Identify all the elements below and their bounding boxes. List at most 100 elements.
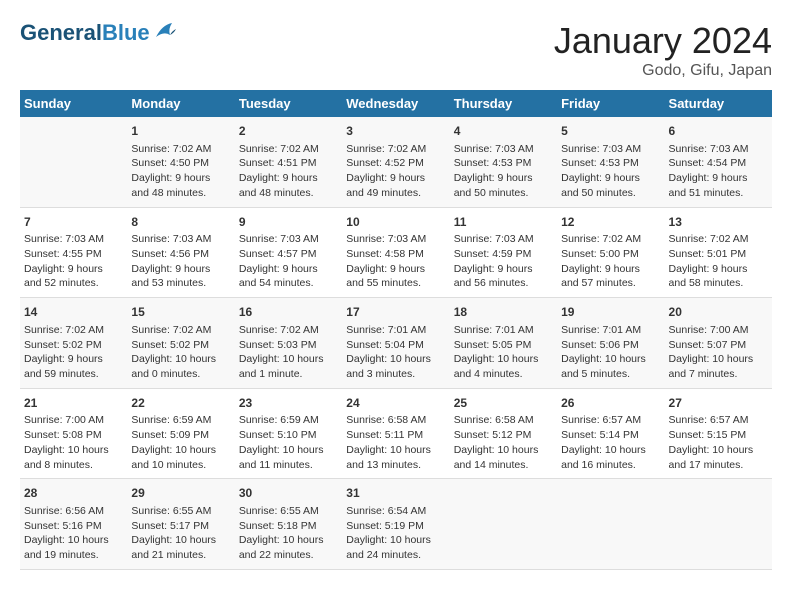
calendar-cell [20,117,127,207]
day-info: Sunrise: 7:02 AMSunset: 5:02 PMDaylight:… [131,323,230,382]
calendar-cell: 8Sunrise: 7:03 AMSunset: 4:56 PMDaylight… [127,207,234,298]
day-number: 26 [561,395,660,412]
calendar-cell [450,479,557,570]
day-info: Sunrise: 6:57 AMSunset: 5:14 PMDaylight:… [561,413,660,472]
calendar-cell: 2 Sunrise: 7:02 AMSunset: 4:51 PMDaylight… [235,117,342,207]
day-info: Sunrise: 6:58 AMSunset: 5:11 PMDaylight:… [346,413,445,472]
calendar-cell: 4Sunrise: 7:03 AMSunset: 4:53 PMDaylight… [450,117,557,207]
day-number: 27 [669,395,768,412]
day-info: Sunrise: 7:02 AMSunset: 4:52 PMDaylight:… [346,142,445,201]
day-info: Sunrise: 7:03 AMSunset: 4:58 PMDaylight:… [346,232,445,291]
day-info: Sunrise: 7:02 AMSunset: 5:02 PMDaylight:… [24,323,123,382]
day-info: Sunrise: 7:02 AMSunset: 4:51 PMDaylight:… [239,142,338,201]
day-info: Sunrise: 7:00 AMSunset: 5:07 PMDaylight:… [669,323,768,382]
day-info: Sunrise: 6:55 AMSunset: 5:17 PMDaylight:… [131,504,230,563]
calendar-week-5: 28Sunrise: 6:56 AMSunset: 5:16 PMDayligh… [20,479,772,570]
day-number: 3 [346,123,445,140]
day-info: Sunrise: 7:00 AMSunset: 5:08 PMDaylight:… [24,413,123,472]
header-row: Sunday Monday Tuesday Wednesday Thursday… [20,90,772,117]
title-block: January 2024 Godo, Gifu, Japan [554,20,772,80]
location: Godo, Gifu, Japan [554,62,772,80]
logo-general: GeneralBlue [20,20,150,46]
calendar-cell: 26Sunrise: 6:57 AMSunset: 5:14 PMDayligh… [557,388,664,479]
day-info: Sunrise: 6:59 AMSunset: 5:09 PMDaylight:… [131,413,230,472]
day-number: 14 [24,304,123,321]
calendar-cell: 20Sunrise: 7:00 AMSunset: 5:07 PMDayligh… [665,298,772,389]
calendar-cell: 13Sunrise: 7:02 AMSunset: 5:01 PMDayligh… [665,207,772,298]
day-number: 2 [239,123,338,140]
day-number: 29 [131,485,230,502]
calendar-cell: 11Sunrise: 7:03 AMSunset: 4:59 PMDayligh… [450,207,557,298]
calendar-cell: 24Sunrise: 6:58 AMSunset: 5:11 PMDayligh… [342,388,449,479]
day-number: 9 [239,214,338,231]
calendar-cell: 12Sunrise: 7:02 AMSunset: 5:00 PMDayligh… [557,207,664,298]
calendar-week-3: 14 Sunrise: 7:02 AMSunset: 5:02 PMDayligh… [20,298,772,389]
logo-text-block: GeneralBlue [20,20,176,46]
day-number: 19 [561,304,660,321]
day-info: Sunrise: 7:01 AMSunset: 5:05 PMDaylight:… [454,323,553,382]
day-info: Sunrise: 6:54 AMSunset: 5:19 PMDaylight:… [346,504,445,563]
day-info: Sunrise: 6:55 AMSunset: 5:18 PMDaylight:… [239,504,338,563]
calendar-week-4: 21Sunrise: 7:00 AMSunset: 5:08 PMDayligh… [20,388,772,479]
day-info: Sunrise: 6:56 AMSunset: 5:16 PMDaylight:… [24,504,123,563]
calendar-cell: 1 Sunrise: 7:02 AMSunset: 4:50 PMDaylight… [127,117,234,207]
calendar-cell: 10Sunrise: 7:03 AMSunset: 4:58 PMDayligh… [342,207,449,298]
day-info: Sunrise: 7:03 AMSunset: 4:55 PMDaylight:… [24,232,123,291]
day-number: 24 [346,395,445,412]
day-info: Sunrise: 7:03 AMSunset: 4:57 PMDaylight:… [239,232,338,291]
calendar-cell: 30 Sunrise: 6:55 AMSunset: 5:18 PMDayligh… [235,479,342,570]
calendar-week-1: 1 Sunrise: 7:02 AMSunset: 4:50 PMDaylight… [20,117,772,207]
calendar-header: Sunday Monday Tuesday Wednesday Thursday… [20,90,772,117]
day-number: 21 [24,395,123,412]
day-number: 7 [24,214,123,231]
col-monday: Monday [127,90,234,117]
col-wednesday: Wednesday [342,90,449,117]
calendar-cell: 6Sunrise: 7:03 AMSunset: 4:54 PMDaylight… [665,117,772,207]
day-number: 22 [131,395,230,412]
calendar-cell: 21Sunrise: 7:00 AMSunset: 5:08 PMDayligh… [20,388,127,479]
day-number: 8 [131,214,230,231]
day-info: Sunrise: 7:03 AMSunset: 4:56 PMDaylight:… [131,232,230,291]
calendar-table: Sunday Monday Tuesday Wednesday Thursday… [20,90,772,570]
calendar-cell: 18 Sunrise: 7:01 AMSunset: 5:05 PMDayligh… [450,298,557,389]
calendar-cell: 28Sunrise: 6:56 AMSunset: 5:16 PMDayligh… [20,479,127,570]
calendar-cell: 16Sunrise: 7:02 AMSunset: 5:03 PMDayligh… [235,298,342,389]
day-number: 1 [131,123,230,140]
day-info: Sunrise: 7:02 AMSunset: 5:01 PMDaylight:… [669,232,768,291]
day-info: Sunrise: 7:01 AMSunset: 5:04 PMDaylight:… [346,323,445,382]
col-tuesday: Tuesday [235,90,342,117]
calendar-cell: 14 Sunrise: 7:02 AMSunset: 5:02 PMDayligh… [20,298,127,389]
day-info: Sunrise: 6:58 AMSunset: 5:12 PMDaylight:… [454,413,553,472]
calendar-cell: 29 Sunrise: 6:55 AMSunset: 5:17 PMDayligh… [127,479,234,570]
calendar-cell [665,479,772,570]
day-info: Sunrise: 7:02 AMSunset: 4:50 PMDaylight:… [131,142,230,201]
page-header: GeneralBlue January 2024 Godo, Gifu, Jap… [20,20,772,80]
calendar-cell: 15Sunrise: 7:02 AMSunset: 5:02 PMDayligh… [127,298,234,389]
day-number: 16 [239,304,338,321]
logo-bird-icon [154,21,176,46]
day-number: 25 [454,395,553,412]
logo: GeneralBlue [20,20,176,46]
day-number: 13 [669,214,768,231]
calendar-cell: 3 Sunrise: 7:02 AMSunset: 4:52 PMDaylight… [342,117,449,207]
calendar-cell: 25Sunrise: 6:58 AMSunset: 5:12 PMDayligh… [450,388,557,479]
day-number: 31 [346,485,445,502]
day-number: 17 [346,304,445,321]
day-info: Sunrise: 7:03 AMSunset: 4:59 PMDaylight:… [454,232,553,291]
col-thursday: Thursday [450,90,557,117]
day-info: Sunrise: 7:03 AMSunset: 4:53 PMDaylight:… [561,142,660,201]
day-info: Sunrise: 7:03 AMSunset: 4:54 PMDaylight:… [669,142,768,201]
calendar-cell: 17 Sunrise: 7:01 AMSunset: 5:04 PMDayligh… [342,298,449,389]
col-saturday: Saturday [665,90,772,117]
day-number: 23 [239,395,338,412]
day-number: 30 [239,485,338,502]
day-number: 4 [454,123,553,140]
calendar-cell: 31 Sunrise: 6:54 AMSunset: 5:19 PMDayligh… [342,479,449,570]
calendar-cell: 23Sunrise: 6:59 AMSunset: 5:10 PMDayligh… [235,388,342,479]
calendar-week-2: 7Sunrise: 7:03 AMSunset: 4:55 PMDaylight… [20,207,772,298]
day-number: 5 [561,123,660,140]
day-info: Sunrise: 7:02 AMSunset: 5:00 PMDaylight:… [561,232,660,291]
day-info: Sunrise: 6:59 AMSunset: 5:10 PMDaylight:… [239,413,338,472]
calendar-cell [557,479,664,570]
day-number: 18 [454,304,553,321]
